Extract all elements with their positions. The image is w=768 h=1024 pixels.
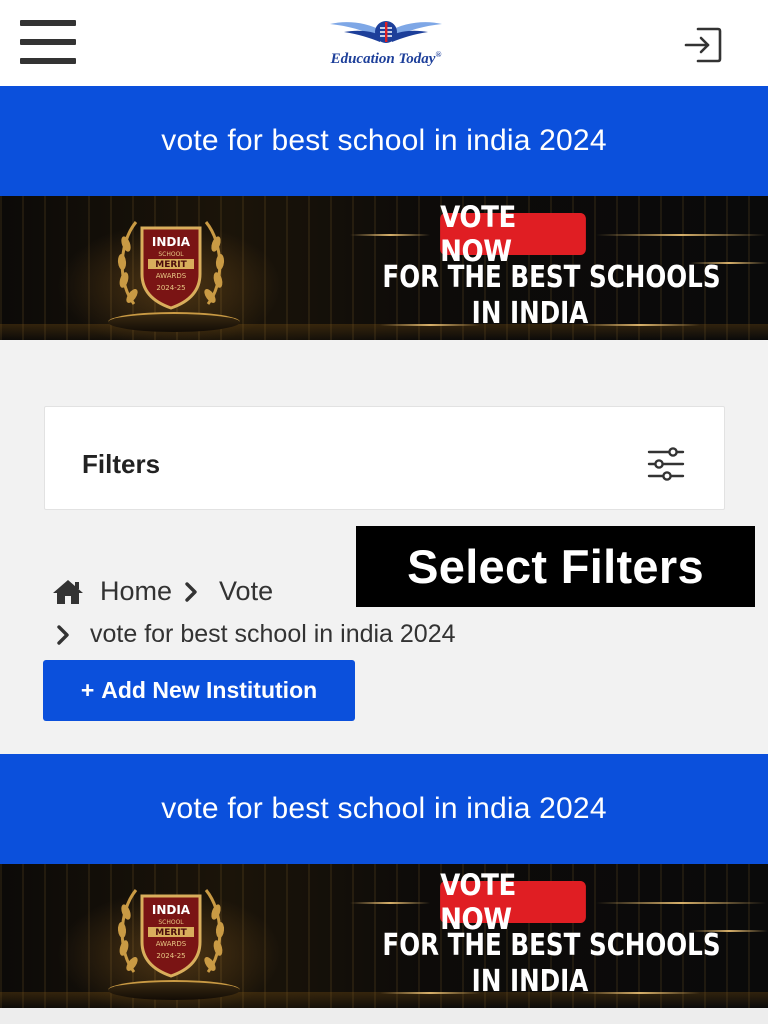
select-filters-callout: Select Filters (356, 526, 755, 607)
svg-text:INDIA: INDIA (152, 235, 191, 249)
svg-text:2024-25: 2024-25 (156, 952, 185, 960)
breadcrumb-current: vote for best school in india 2024 (90, 620, 456, 648)
page-bottom-edge (0, 1008, 768, 1024)
svg-text:AWARDS: AWARDS (156, 940, 187, 948)
page-title-band: vote for best school in india 2024 (0, 86, 768, 196)
chevron-right-icon (185, 581, 197, 602)
home-icon[interactable] (52, 578, 84, 606)
svg-text:2024-25: 2024-25 (156, 284, 185, 292)
vote-now-promo-banner-2[interactable]: INDIA SCHOOL MERIT AWARDS 2024-25 VOTE N… (0, 864, 768, 1008)
add-new-institution-button[interactable]: + Add New Institution (43, 660, 355, 721)
education-today-logo[interactable]: Education Today® (316, 18, 456, 74)
wings-globe-icon (330, 21, 442, 43)
banner-headline-line2: IN INDIA (471, 964, 589, 999)
svg-text:AWARDS: AWARDS (156, 272, 187, 280)
top-navigation-bar: Education Today® (0, 0, 768, 86)
chevron-right-icon (57, 624, 69, 645)
vote-now-promo-banner[interactable]: INDIA SCHOOL MERIT AWARDS 2024-25 VOTE N… (0, 196, 768, 340)
breadcrumb-current-row: vote for best school in india 2024 (55, 620, 456, 649)
award-badge-icon: INDIA SCHOOL MERIT AWARDS 2024-25 (117, 221, 225, 310)
svg-text:SCHOOL: SCHOOL (158, 919, 184, 926)
filters-toggle[interactable]: Filters (44, 406, 725, 510)
vote-now-label: VOTE NOW (440, 200, 586, 268)
section-title: vote for best school in india 2024 (161, 792, 607, 825)
breadcrumb-vote[interactable]: Vote (219, 576, 273, 607)
award-badge-icon: INDIA SCHOOL MERIT AWARDS 2024-25 (117, 889, 225, 978)
breadcrumb-home[interactable]: Home (100, 576, 172, 607)
banner-headline-line2: IN INDIA (471, 296, 589, 331)
svg-text:SCHOOL: SCHOOL (158, 251, 184, 258)
banner-headline-line1: FOR THE BEST SCHOOLS (382, 928, 721, 963)
filters-label: Filters (82, 449, 161, 479)
svg-text:INDIA: INDIA (152, 903, 191, 917)
hamburger-menu-icon[interactable] (20, 20, 76, 66)
sliders-icon[interactable] (647, 447, 685, 481)
page-title: vote for best school in india 2024 (161, 124, 607, 157)
login-icon[interactable] (682, 24, 724, 66)
logo-wordmark: Education Today® (330, 50, 442, 67)
breadcrumb: Home Vote (52, 576, 273, 607)
add-new-institution-label: Add New Institution (101, 677, 318, 703)
section-title-band: vote for best school in india 2024 (0, 754, 768, 864)
svg-text:MERIT: MERIT (155, 260, 187, 270)
plus-icon: + (80, 677, 95, 703)
svg-text:MERIT: MERIT (155, 928, 187, 938)
vote-now-label: VOTE NOW (440, 868, 586, 936)
banner-headline-line1: FOR THE BEST SCHOOLS (382, 260, 721, 295)
